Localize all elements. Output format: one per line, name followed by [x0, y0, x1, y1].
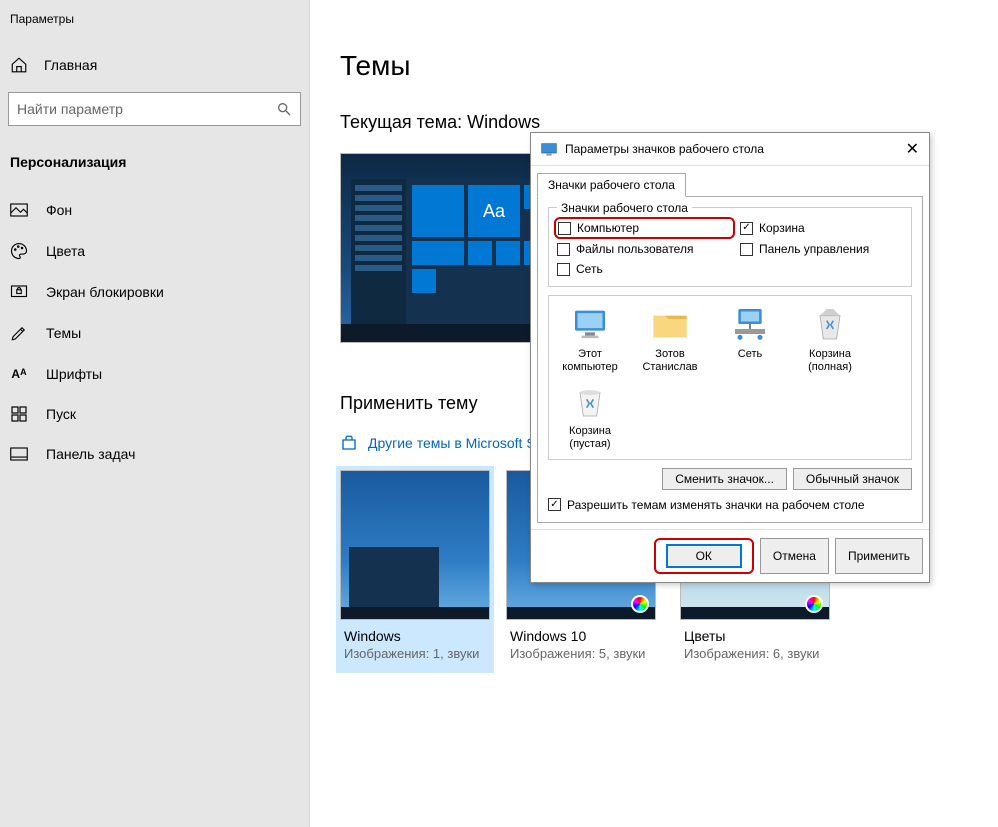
preview-tile-aa: Aa: [468, 185, 520, 237]
icon-label: Сеть: [717, 348, 783, 361]
theme-name: Windows 10: [506, 620, 664, 646]
checkbox-icon[interactable]: [557, 243, 570, 256]
nav-label: Панель задач: [46, 446, 135, 462]
nav-start[interactable]: Пуск: [0, 394, 309, 434]
folder-user-icon: [650, 304, 690, 344]
theme-meta: Изображения: 1, звуки: [340, 646, 490, 669]
nav-label: Шрифты: [46, 366, 102, 382]
section-label: Персонализация: [0, 154, 309, 190]
search-placeholder: Найти параметр: [17, 101, 123, 117]
dialog-title: Параметры значков рабочего стола: [565, 142, 764, 156]
brush-icon: [10, 324, 28, 342]
check-label: Разрешить темам изменять значки на рабоч…: [567, 498, 865, 512]
checkbox-icon[interactable]: [557, 263, 570, 276]
nav-label: Фон: [46, 202, 72, 218]
icon-label: Зотов Станислав: [637, 348, 703, 373]
check-recycle[interactable]: Корзина: [740, 220, 903, 236]
check-label: Панель управления: [759, 242, 869, 256]
icon-label: Корзина (полная): [797, 348, 863, 373]
change-icon-button[interactable]: Сменить значок...: [662, 468, 787, 490]
check-label: Файлы пользователя: [576, 242, 693, 256]
fieldset-label: Значки рабочего стола: [557, 201, 692, 215]
sidebar: Параметры Главная Найти параметр Персона…: [0, 0, 310, 827]
nav-lockscreen[interactable]: Экран блокировки: [0, 272, 309, 312]
icon-item-network[interactable]: Сеть: [717, 304, 783, 373]
check-cpanel[interactable]: Панель управления: [740, 242, 903, 256]
default-icon-button[interactable]: Обычный значок: [793, 468, 912, 490]
nav-label: Цвета: [46, 243, 85, 259]
tab-desktop-icons[interactable]: Значки рабочего стола: [537, 173, 686, 197]
current-theme-label: Текущая тема: Windows: [340, 112, 998, 133]
nav-label: Экран блокировки: [46, 284, 164, 300]
icon-label: Корзина (пустая): [557, 425, 623, 450]
checkbox-icon[interactable]: [740, 243, 753, 256]
check-userfiles[interactable]: Файлы пользователя: [557, 242, 720, 256]
taskbar-icon: [10, 447, 28, 461]
check-allow-themes[interactable]: Разрешить темам изменять значки на рабоч…: [548, 498, 912, 512]
network-icon: [730, 304, 770, 344]
checkbox-icon[interactable]: [558, 222, 571, 235]
theme-name: Windows: [340, 620, 490, 646]
page-title: Темы: [340, 50, 998, 82]
color-swatch-icon: [631, 595, 649, 613]
nav-fonts[interactable]: AA Шрифты: [0, 354, 309, 394]
nav-home[interactable]: Главная: [0, 46, 309, 92]
theme-meta: Изображения: 6, звуки: [680, 646, 838, 669]
check-label: Корзина: [759, 221, 805, 235]
ok-button[interactable]: ОК: [666, 544, 742, 568]
check-label: Сеть: [576, 262, 603, 276]
store-link-label: Другие темы в Microsoft S...: [368, 435, 547, 451]
icon-item-computer[interactable]: Этот компьютер: [557, 304, 623, 373]
cancel-button[interactable]: Отмена: [760, 538, 829, 574]
apply-button[interactable]: Применить: [835, 538, 923, 574]
color-swatch-icon: [805, 595, 823, 613]
desktop-icons-dialog: Параметры значков рабочего стола ✕ Значк…: [530, 132, 930, 583]
app-title: Параметры: [0, 0, 309, 46]
palette-icon: [10, 242, 28, 260]
check-computer[interactable]: Компьютер: [554, 217, 735, 239]
icon-grid: Этот компьютер Зотов Станислав Сеть Корз…: [548, 295, 912, 460]
start-icon: [10, 406, 28, 422]
nav-background[interactable]: Фон: [0, 190, 309, 230]
home-icon: [10, 56, 28, 74]
theme-meta: Изображения: 5, звуки: [506, 646, 664, 669]
nav-colors[interactable]: Цвета: [0, 230, 309, 272]
close-button[interactable]: ✕: [906, 139, 919, 159]
highlight-ok: ОК: [654, 538, 754, 574]
font-icon: AA: [10, 367, 28, 381]
checkbox-icon[interactable]: [740, 222, 753, 235]
nav-taskbar[interactable]: Панель задач: [0, 434, 309, 474]
icon-item-recycle-full[interactable]: Корзина (полная): [797, 304, 863, 373]
store-icon: [340, 434, 358, 452]
nav-label: Темы: [46, 325, 81, 341]
icon-item-user[interactable]: Зотов Станислав: [637, 304, 703, 373]
search-icon: [276, 101, 292, 117]
icon-item-recycle-empty[interactable]: Корзина (пустая): [557, 381, 623, 450]
lockscreen-icon: [10, 284, 28, 300]
search-input[interactable]: Найти параметр: [8, 92, 301, 126]
theme-card-windows[interactable]: Windows Изображения: 1, звуки: [336, 466, 494, 673]
theme-name: Цветы: [680, 620, 838, 646]
computer-icon: [570, 304, 610, 344]
recycle-empty-icon: [570, 381, 610, 421]
nav-home-label: Главная: [44, 57, 97, 73]
nav-label: Пуск: [46, 406, 76, 422]
dialog-icon: [541, 142, 557, 156]
checkbox-icon[interactable]: [548, 498, 561, 511]
icon-label: Этот компьютер: [557, 348, 623, 373]
nav-themes[interactable]: Темы: [0, 312, 309, 354]
check-label: Компьютер: [577, 221, 639, 235]
recycle-full-icon: [810, 304, 850, 344]
check-network[interactable]: Сеть: [557, 262, 720, 276]
picture-icon: [10, 203, 28, 217]
